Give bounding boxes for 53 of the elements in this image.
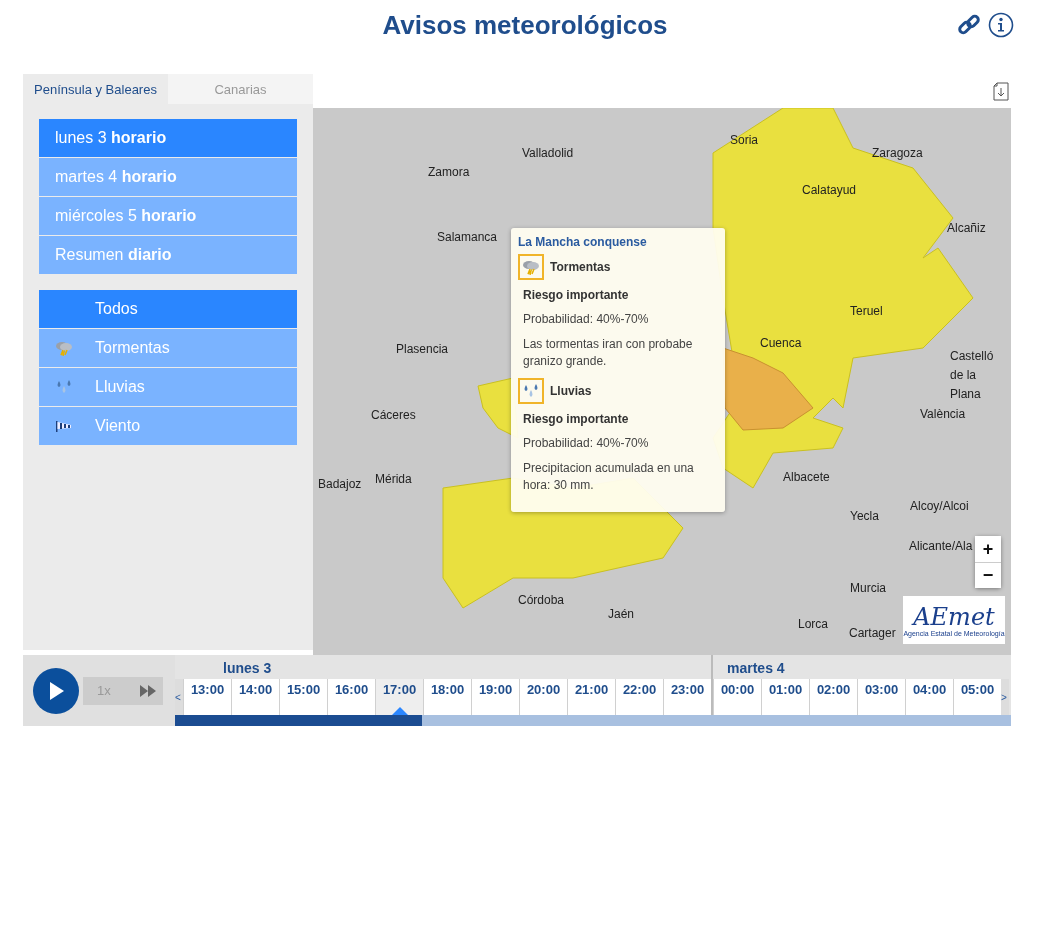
popup-title: La Mancha conquense — [518, 235, 648, 249]
city-label: València — [920, 407, 966, 421]
risk-level: Riesgo importante — [523, 288, 630, 302]
city-label: Calatayud — [802, 183, 857, 197]
day-option[interactable]: lunes 3 horario — [39, 119, 297, 157]
zoom-button[interactable]: + — [975, 536, 1001, 562]
probability-text: Probabilidad: 40%-70% — [523, 312, 650, 326]
phenomenon-filter[interactable]: Todos — [39, 290, 297, 328]
city-label: Valladolid — [522, 146, 574, 160]
city-label: Córdoba — [518, 593, 565, 607]
page-title: Avisos meteorológicos — [382, 9, 668, 41]
progress-bar[interactable] — [175, 715, 1011, 726]
city-label: Mérida — [375, 472, 412, 486]
raindrops-icon — [55, 379, 73, 395]
city-label: Teruel — [850, 304, 883, 318]
city-label: Zamora — [428, 165, 470, 179]
city-label: Soria — [730, 133, 758, 147]
play-icon — [47, 680, 65, 701]
city-label: Alicante/Ala — [909, 539, 973, 553]
city-label: Murcia — [850, 581, 886, 595]
risk-level: Riesgo importante — [523, 412, 630, 426]
city-label: Alcañiz — [947, 221, 986, 235]
warning-name: Lluvias — [550, 384, 592, 398]
city-label: Yecla — [850, 509, 879, 523]
city-label: Albacete — [783, 470, 830, 484]
city-label: Salamanca — [437, 230, 498, 244]
play-button[interactable] — [33, 667, 79, 714]
city-label: Lorca — [798, 617, 829, 631]
day-label: martes 4 — [726, 659, 786, 678]
warning-name: Tormentas — [550, 260, 611, 274]
storm-cloud-icon — [55, 340, 73, 356]
city-label: Alcoy/Alcoi — [910, 499, 969, 513]
storm-cloud-icon — [522, 259, 540, 275]
day-label: lunes 3 — [222, 659, 273, 678]
info-icon[interactable] — [988, 12, 1014, 38]
city-label: Jaén — [608, 607, 635, 621]
city-label: Zaragoza — [872, 146, 923, 160]
hour-slot[interactable]: 17:00 — [375, 679, 423, 715]
city-label: Cartager — [849, 626, 896, 640]
city-label: Badajoz — [318, 477, 362, 491]
warning-description: Las tormentas iran con probabe granizo grande. — [523, 336, 694, 370]
download-document-icon[interactable] — [993, 81, 1009, 101]
raindrops-icon — [522, 383, 540, 399]
fast-forward-button[interactable] — [139, 683, 157, 698]
probability-text: Probabilidad: 40%-70% — [523, 436, 650, 450]
logo-text: AEmet — [913, 603, 995, 630]
windsock-icon — [55, 419, 73, 433]
city-label: Cáceres — [371, 408, 416, 422]
map[interactable] — [313, 108, 1011, 655]
city-label: Plasencia — [396, 342, 449, 356]
city-label: Cuenca — [760, 336, 802, 350]
zoom-button[interactable]: − — [975, 562, 1001, 588]
warning-description: Precipitacion acumulada en una hora: 30 mm. — [523, 460, 695, 494]
